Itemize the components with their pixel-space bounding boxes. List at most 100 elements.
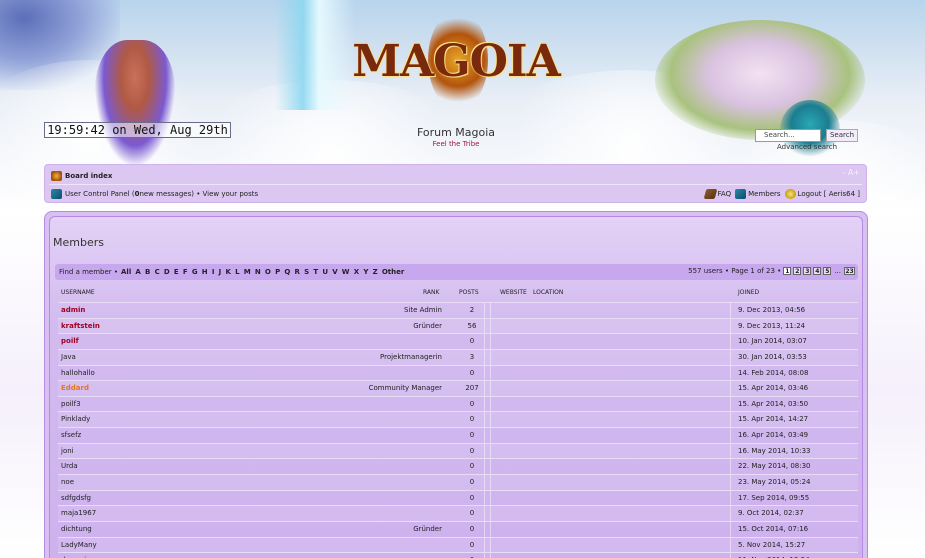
letter-filter-o[interactable]: O (265, 268, 271, 276)
letter-filter-a[interactable]: A (135, 268, 140, 276)
page-link-1[interactable]: 1 (783, 267, 792, 275)
letter-filter-v[interactable]: V (332, 268, 337, 276)
member-username[interactable]: noe (61, 478, 74, 486)
column-divider (484, 349, 485, 365)
column-divider (730, 396, 731, 412)
letter-filter-g[interactable]: G (192, 268, 198, 276)
letter-filter-e[interactable]: E (174, 268, 179, 276)
letter-filter-f[interactable]: F (183, 268, 188, 276)
column-divider (730, 475, 731, 490)
col-posts[interactable]: POSTS (459, 289, 479, 296)
view-posts-link[interactable]: new messages) • View your posts (139, 190, 258, 198)
member-posts[interactable]: 0 (462, 369, 482, 377)
member-posts[interactable]: 0 (462, 431, 482, 439)
letter-filter-h[interactable]: H (202, 268, 208, 276)
letter-filter-all[interactable]: All (121, 268, 131, 276)
member-username[interactable]: Pinklady (61, 415, 90, 423)
member-username[interactable]: Eddard (61, 384, 89, 392)
member-username[interactable]: sfsefz (61, 431, 81, 439)
col-website[interactable]: WEBSITE (500, 289, 527, 296)
letter-filter-y[interactable]: Y (363, 268, 368, 276)
col-joined[interactable]: JOINED (738, 289, 759, 296)
member-joined: 9. Dec 2013, 04:56 (738, 306, 806, 314)
letter-filter-c[interactable]: C (155, 268, 160, 276)
member-username[interactable]: poilf3 (61, 400, 81, 408)
letter-filter-d[interactable]: D (164, 268, 170, 276)
page-link-4[interactable]: 4 (813, 267, 822, 275)
letter-filter-z[interactable]: Z (373, 268, 378, 276)
letter-filter-s[interactable]: S (304, 268, 309, 276)
faq-icon (703, 189, 717, 199)
letter-filter-p[interactable]: P (275, 268, 280, 276)
advanced-search-link[interactable]: Advanced search (777, 143, 837, 151)
search-input[interactable]: Search... (755, 129, 821, 142)
letter-filter-w[interactable]: W (342, 268, 350, 276)
page-link-last[interactable]: 23 (844, 267, 855, 275)
find-member-label[interactable]: Find a member • (59, 268, 118, 276)
page-title: Members (53, 236, 104, 249)
table-row: hallohallo 0 14. Feb 2014, 08:08 (58, 364, 858, 381)
letter-filter-l[interactable]: L (235, 268, 239, 276)
members-link[interactable]: Members (748, 190, 780, 198)
letter-filter-m[interactable]: M (244, 268, 251, 276)
letter-filter-b[interactable]: B (145, 268, 150, 276)
member-posts[interactable]: 207 (462, 384, 482, 392)
ucp-link[interactable]: User Control Panel ( (65, 190, 135, 198)
member-username[interactable]: admin (61, 306, 85, 314)
member-posts[interactable]: 0 (462, 509, 482, 517)
column-divider (484, 506, 485, 521)
letter-filter-i[interactable]: I (212, 268, 215, 276)
member-posts[interactable]: 0 (462, 462, 482, 470)
member-username[interactable]: poilf (61, 337, 79, 345)
member-posts[interactable]: 0 (462, 400, 482, 408)
site-description: Feel the Tribe (432, 140, 480, 148)
search-button[interactable]: Search (826, 129, 858, 142)
member-posts[interactable]: 0 (462, 541, 482, 549)
member-posts[interactable]: 0 (462, 447, 482, 455)
page-link-5[interactable]: 5 (823, 267, 832, 275)
member-posts[interactable]: 2 (462, 306, 482, 314)
member-posts[interactable]: 0 (462, 494, 482, 502)
col-location[interactable]: LOCATION (533, 289, 563, 296)
member-username[interactable]: dichtung (61, 525, 92, 533)
member-joined: 15. Apr 2014, 14:27 (738, 415, 809, 424)
letter-filter-n[interactable]: N (255, 268, 261, 276)
member-username[interactable]: Urda (61, 462, 78, 470)
member-username[interactable]: LadyMany (61, 541, 97, 549)
letter-filter-u[interactable]: U (322, 268, 328, 276)
member-joined: 9. Oct 2014, 02:37 (738, 509, 804, 518)
member-username[interactable]: kraftstein (61, 322, 100, 330)
member-username[interactable]: maja1967 (61, 509, 96, 517)
col-rank[interactable]: RANK (423, 289, 439, 296)
font-size-control[interactable]: - A+ (842, 168, 860, 177)
letter-filter-t[interactable]: T (313, 268, 318, 276)
member-username[interactable]: sdfgdsfg (61, 494, 91, 502)
member-posts[interactable]: 0 (462, 415, 482, 423)
logout-link[interactable]: Logout [ Aeris64 ] (798, 190, 860, 198)
breadcrumb-board-index[interactable]: Board index (65, 172, 112, 180)
page-link-3[interactable]: 3 (803, 267, 812, 275)
letter-filter-j[interactable]: J (219, 268, 222, 276)
letter-filter-other[interactable]: Other (382, 268, 404, 276)
member-posts[interactable]: 3 (462, 353, 482, 361)
letter-filter-x[interactable]: X (354, 268, 359, 276)
site-logo[interactable]: MAGOIA (340, 10, 572, 110)
member-username[interactable]: Java (61, 353, 76, 361)
member-posts[interactable]: 0 (462, 525, 482, 533)
member-posts[interactable]: 0 (462, 478, 482, 486)
letter-filter-r[interactable]: R (295, 268, 300, 276)
member-username[interactable]: joni (61, 447, 74, 455)
member-posts[interactable]: 0 (462, 337, 482, 345)
letter-filter-q[interactable]: Q (284, 268, 290, 276)
letter-filter-k[interactable]: K (225, 268, 230, 276)
page-link-2[interactable]: 2 (793, 267, 802, 275)
col-username[interactable]: USERNAME (61, 289, 95, 296)
faq-link[interactable]: FAQ (718, 190, 732, 198)
member-posts[interactable]: 56 (462, 322, 482, 330)
column-divider (490, 334, 491, 349)
column-divider (484, 428, 485, 443)
clock-display: 19:59:42 on Wed, Aug 29th (44, 122, 231, 138)
members-table: admin Site Admin 2 9. Dec 2013, 04:56 krafts… (58, 302, 858, 558)
member-username[interactable]: hallohallo (61, 369, 95, 377)
column-divider (730, 537, 731, 553)
